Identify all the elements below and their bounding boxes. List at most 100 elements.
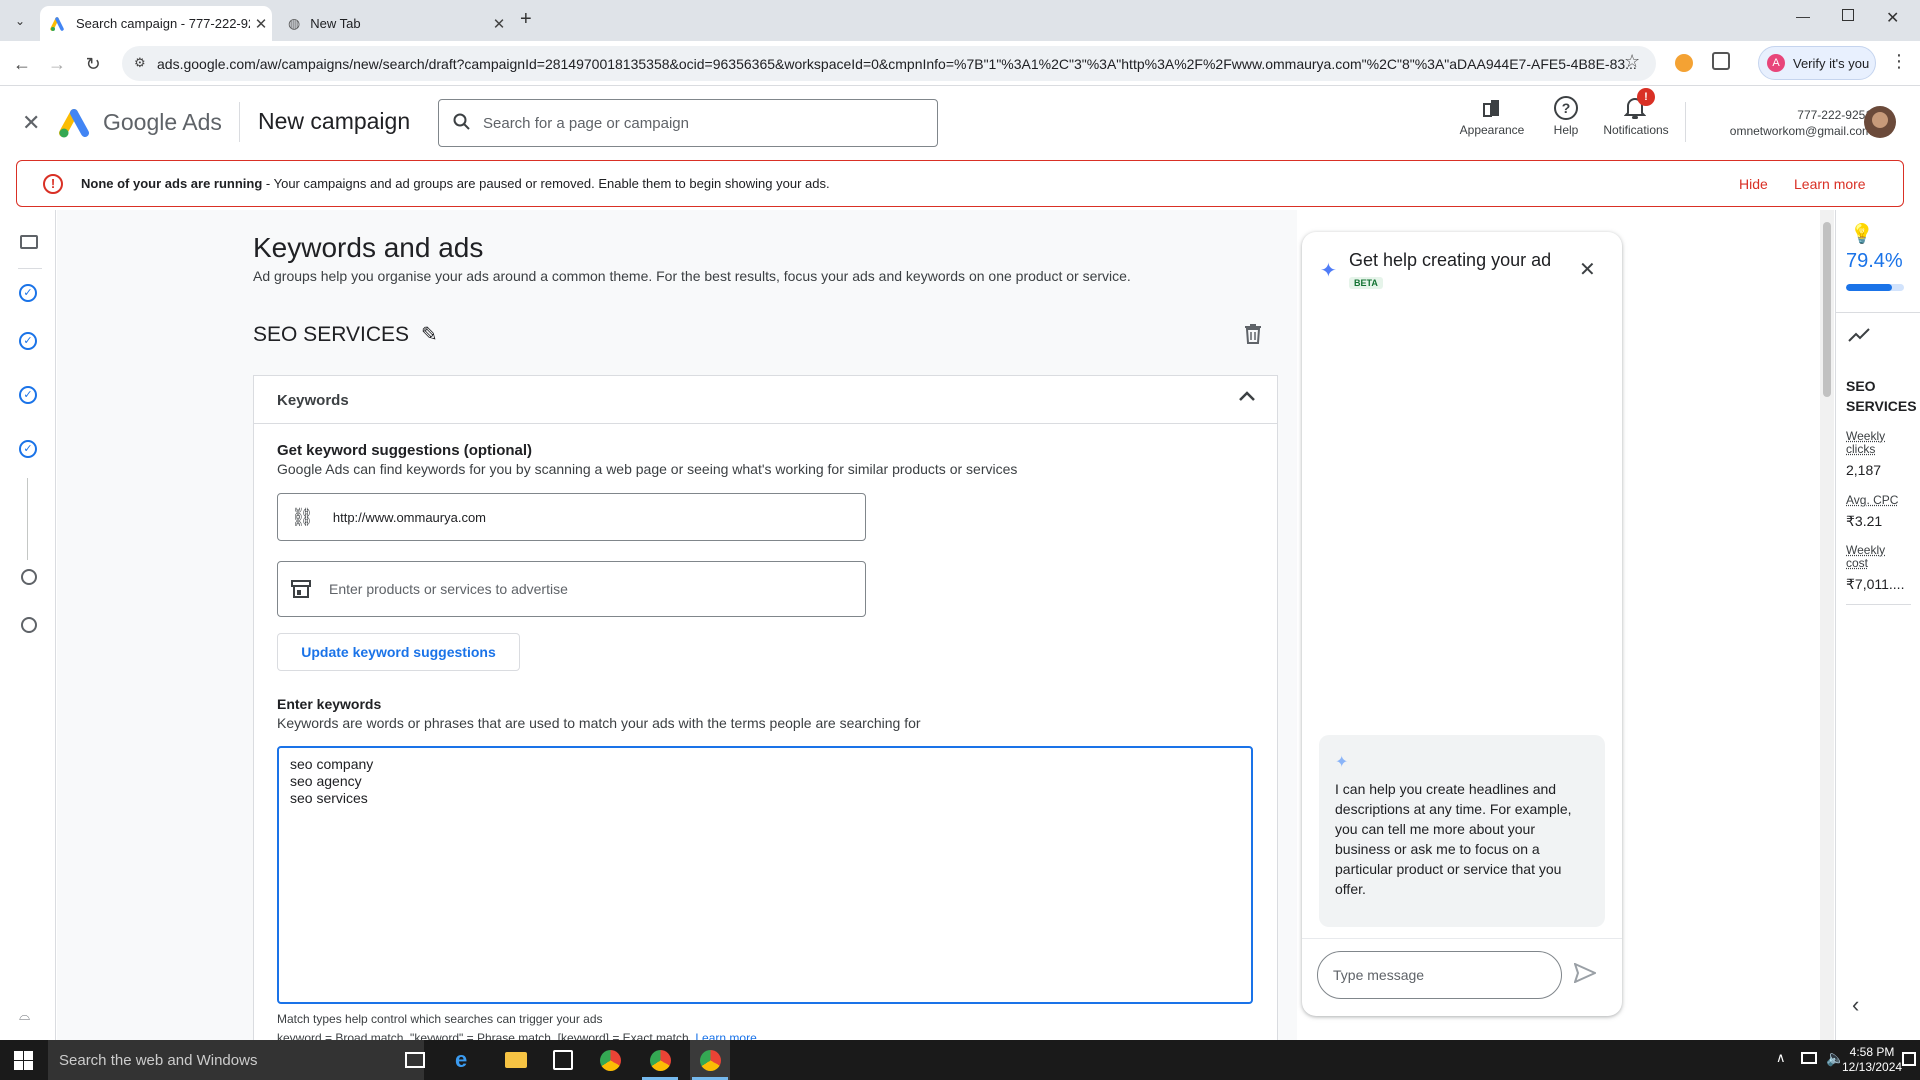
clock-time: 4:58 PM [1842, 1045, 1902, 1060]
reload-icon[interactable]: ↻ [82, 53, 104, 75]
section-title: Keywords and ads [253, 232, 483, 264]
chevron-up-icon[interactable] [1238, 390, 1256, 402]
store-icon[interactable] [553, 1050, 573, 1070]
help-label: Help [1554, 123, 1579, 137]
chrome-icon[interactable] [650, 1050, 671, 1071]
forward-icon[interactable]: → [46, 53, 68, 75]
store-icon [291, 580, 311, 598]
profile-button[interactable]: A Verify it's you [1758, 46, 1876, 80]
appearance-icon [1480, 96, 1504, 120]
tab-search-campaign[interactable]: Search campaign - 777-222-9251 ✕ [40, 6, 272, 41]
close-campaign-icon[interactable]: ✕ [22, 110, 40, 136]
minimize-icon[interactable]: — [1796, 8, 1810, 24]
restore-icon[interactable] [1842, 9, 1854, 21]
step-rail: ✓ ✓ ✓ ✓ ⌓ [0, 210, 56, 1040]
page-title: New campaign [258, 108, 410, 135]
keyword-line: seo company [290, 756, 1240, 773]
lightbulb-icon[interactable]: 💡 [1850, 222, 1874, 246]
chevron-left-icon[interactable]: ‹ [1852, 992, 1859, 1018]
step-complete-icon[interactable]: ✓ [19, 332, 37, 350]
taskbar-active-app[interactable] [690, 1040, 730, 1080]
step-connector [27, 478, 28, 560]
keywords-card-header[interactable]: Keywords [254, 376, 1277, 424]
clock-date: 12/13/2024 [1842, 1060, 1902, 1075]
enter-keywords-desc: Keywords are words or phrases that are u… [277, 715, 921, 731]
step-complete-icon[interactable]: ✓ [19, 386, 37, 404]
browser-menu-icon[interactable]: ⋮ [1890, 51, 1908, 72]
brand-name: Google Ads [103, 109, 222, 136]
stat-value: ₹3.21 [1846, 513, 1882, 530]
send-icon[interactable] [1574, 963, 1596, 983]
scrollbar-thumb[interactable] [1823, 222, 1831, 397]
learn-more-link[interactable]: Learn more [1794, 176, 1866, 192]
edit-pencil-icon[interactable]: ✎ [421, 322, 438, 347]
sparkle-icon: ✦ [1335, 753, 1589, 773]
appearance-button[interactable]: Appearance [1452, 96, 1532, 137]
ads-header: ✕ Google Ads New campaign Search for a p… [0, 86, 1920, 160]
task-view-icon[interactable] [405, 1052, 425, 1068]
ai-message-input[interactable]: Type message [1317, 951, 1562, 999]
taskbar: Search the web and Windows e ∧ 🔈 4:58 PM… [0, 1040, 1920, 1080]
tray-chevron-icon[interactable]: ∧ [1776, 1050, 1786, 1066]
main-scrollbar[interactable] [1820, 210, 1834, 1040]
update-keyword-suggestions-button[interactable]: Update keyword suggestions [277, 633, 520, 671]
avatar[interactable] [1864, 106, 1896, 138]
clock[interactable]: 4:58 PM 12/13/2024 [1842, 1045, 1902, 1075]
step-complete-icon[interactable]: ✓ [19, 440, 37, 458]
campaign-search-input[interactable]: Search for a page or campaign [438, 99, 938, 147]
new-tab-icon[interactable]: + [520, 8, 532, 31]
site-info-icon[interactable]: ⚙ [134, 55, 146, 71]
tab-search-icon[interactable]: ⌄ [8, 9, 32, 33]
ad-group-header: SEO SERVICES ✎ [253, 322, 438, 347]
rail-divider [1846, 604, 1911, 605]
taskbar-search-input[interactable]: Search the web and Windows [48, 1040, 424, 1080]
sparkle-icon: ✦ [1320, 258, 1337, 283]
appearance-label: Appearance [1460, 123, 1525, 137]
ad-group-name: SEO SERVICES [253, 323, 409, 347]
file-explorer-icon[interactable] [505, 1052, 527, 1068]
keyword-line: seo services [290, 790, 1240, 807]
trend-icon[interactable] [1848, 328, 1870, 342]
notification-badge: ! [1637, 88, 1655, 106]
windows-start-icon[interactable] [14, 1051, 33, 1070]
edge-icon[interactable]: e [455, 1047, 467, 1073]
hide-alert-button[interactable]: Hide [1739, 176, 1768, 192]
enter-keywords-title: Enter keywords [277, 696, 381, 712]
address-bar[interactable]: ⚙ ads.google.com/aw/campaigns/new/search… [122, 46, 1656, 81]
chrome-icon[interactable] [600, 1050, 621, 1071]
alert-banner: ! None of your ads are running - Your ca… [16, 160, 1904, 207]
bookmark-star-icon[interactable]: ☆ [1624, 51, 1640, 72]
alert-text: - Your campaigns and ad groups are pause… [262, 176, 829, 191]
step-pending-icon[interactable] [21, 617, 37, 633]
overview-icon[interactable] [20, 235, 38, 249]
close-panel-icon[interactable]: ✕ [1579, 257, 1596, 282]
help-button[interactable]: ? Help [1536, 96, 1596, 137]
rail-divider [18, 268, 42, 269]
step-pending-icon[interactable] [21, 569, 37, 585]
tab-new-tab[interactable]: ◍ New Tab ✕ [278, 6, 510, 41]
tab-close-icon[interactable]: ✕ [488, 15, 510, 33]
step-complete-icon[interactable]: ✓ [19, 284, 37, 302]
delete-icon[interactable] [1245, 324, 1261, 344]
extensions-puzzle-icon[interactable] [1712, 52, 1730, 70]
products-services-field[interactable]: Enter products or services to advertise [277, 561, 866, 617]
back-icon[interactable]: ← [11, 53, 33, 75]
optimization-score[interactable]: 79.4% [1846, 250, 1903, 273]
keywords-textarea[interactable]: seo company seo agency seo services [277, 746, 1253, 1004]
products-placeholder: Enter products or services to advertise [329, 581, 568, 597]
ai-message-bubble: ✦ I can help you create headlines and de… [1319, 735, 1605, 927]
network-icon[interactable] [1801, 1052, 1817, 1064]
website-url-field[interactable]: ⛓ http://www.ommaurya.com [277, 493, 866, 541]
optimization-bar [1846, 284, 1904, 291]
tab-close-icon[interactable]: ✕ [250, 15, 272, 33]
notifications-button[interactable]: ! Notifications [1594, 96, 1678, 137]
close-window-icon[interactable]: ✕ [1886, 8, 1899, 28]
collapse-rail-icon[interactable]: ⌓ [19, 1007, 30, 1024]
action-center-icon[interactable] [1902, 1052, 1916, 1066]
extension-icon[interactable] [1675, 54, 1693, 72]
account-info[interactable]: 777-222-9251 omnetworkom@gmail.com [1690, 107, 1872, 139]
stat-label: Weekly cost [1846, 544, 1908, 570]
help-icon: ? [1554, 96, 1578, 120]
search-placeholder: Search for a page or campaign [483, 115, 689, 132]
profile-avatar: A [1767, 54, 1785, 72]
